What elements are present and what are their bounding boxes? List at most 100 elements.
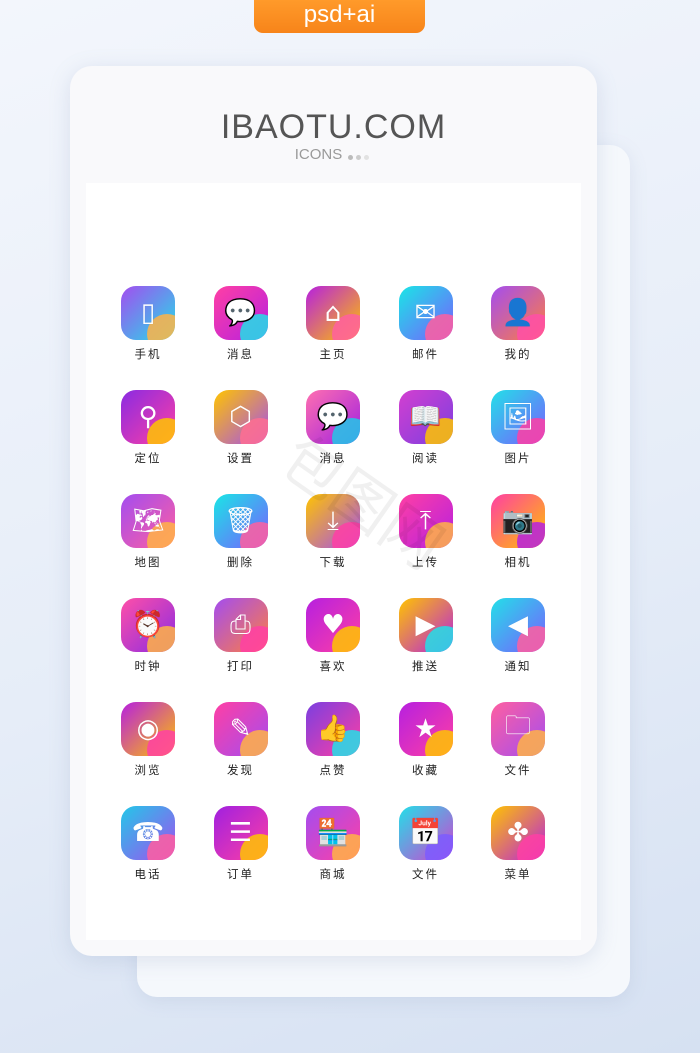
icon-tile[interactable]: 📷 <box>491 494 545 548</box>
icon-item[interactable]: ◉ 浏览 <box>121 702 175 777</box>
brand-title: IBAOTU.COM <box>220 108 447 146</box>
icon-label: 删除 <box>227 555 254 569</box>
icon-tile[interactable]: ◉ <box>121 702 175 756</box>
book-icon: 📖 <box>409 402 442 432</box>
icon-tile[interactable]: ★ <box>398 702 453 756</box>
icon-item[interactable]: ✉ 邮件 <box>398 286 453 361</box>
icon-tile[interactable]: ▶ <box>398 598 453 652</box>
icon-item[interactable]: 💬 消息 <box>213 286 268 361</box>
speaker-icon: ◀ <box>508 610 528 640</box>
heart-icon: ♥ <box>321 610 345 640</box>
icon-label: 通知 <box>504 659 532 673</box>
icon-tile[interactable]: ⎙ <box>213 598 268 652</box>
icon-tile[interactable]: ☰ <box>213 806 268 860</box>
icon-item[interactable]: 🏪 商城 <box>306 806 360 881</box>
icon-item[interactable]: 👍 点赞 <box>306 702 360 777</box>
icon-item[interactable]: ⬡ 设置 <box>213 390 268 465</box>
icon-item[interactable]: ♥ 喜欢 <box>306 598 360 673</box>
image-icon: 🖼 <box>501 402 535 432</box>
icon-item[interactable]: ⎙ 打印 <box>213 598 268 673</box>
chat-bubble-icon: 💬 <box>224 298 257 328</box>
icon-tile[interactable]: 🗑 <box>213 494 268 548</box>
icon-item[interactable]: 📷 相机 <box>491 494 545 569</box>
icon-label: 喜欢 <box>319 659 347 673</box>
icon-tile[interactable]: ⌂ <box>306 286 360 340</box>
icon-tile[interactable]: ▯ <box>121 286 175 340</box>
icon-tile[interactable]: ✤ <box>491 806 545 860</box>
alarm-clock-icon: ⏰ <box>131 610 165 640</box>
icon-tile[interactable]: 📖 <box>398 390 453 444</box>
icon-item[interactable]: ⌂ 主页 <box>306 286 360 361</box>
icon-tile[interactable]: 🖼 <box>491 390 545 444</box>
telephone-icon: ☎ <box>131 818 165 848</box>
icon-item[interactable]: 📅 文件 <box>398 806 453 881</box>
icon-tile[interactable]: ♥ <box>306 598 360 652</box>
printer-icon: ⎙ <box>230 609 251 640</box>
location-pin-icon: ⚲ <box>138 402 158 432</box>
icon-tile[interactable]: 📅 <box>398 806 453 860</box>
icon-tile[interactable]: 🏪 <box>306 806 360 860</box>
icon-label: 地图 <box>134 555 162 569</box>
subtitle-text: ICONS <box>294 146 343 163</box>
chat-bubble-icon: 💬 <box>316 402 350 432</box>
icon-label: 推送 <box>412 659 439 673</box>
mail-icon: ✉ <box>414 298 437 328</box>
icon-label: 浏览 <box>134 763 162 777</box>
trash-icon: 🗑 <box>223 506 257 536</box>
icon-tile[interactable]: 🗺 <box>121 494 175 548</box>
shop-icon: 🏪 <box>316 818 350 848</box>
icon-label: 菜单 <box>504 867 532 881</box>
icon-tile[interactable]: ⏰ <box>121 598 175 652</box>
icon-item[interactable]: ⏰ 时钟 <box>121 598 175 673</box>
format-badge: psd+ai <box>254 0 425 33</box>
icon-item[interactable]: 👤 我的 <box>491 286 545 361</box>
camera-icon: 📷 <box>501 506 535 536</box>
thumbs-up-icon: 👍 <box>316 714 350 744</box>
icon-item[interactable]: ★ 收藏 <box>398 702 453 777</box>
icon-tile[interactable]: 👤 <box>491 286 545 340</box>
icon-tile[interactable]: 🗀 <box>491 702 545 756</box>
icon-label: 设置 <box>227 451 254 465</box>
icon-item[interactable]: ✎ 发现 <box>213 702 268 777</box>
icon-tile[interactable]: ◀ <box>491 598 545 652</box>
icon-label: 定位 <box>134 451 162 465</box>
icon-tile[interactable]: ☎ <box>121 806 175 860</box>
icon-tile[interactable]: ✎ <box>213 702 268 756</box>
dots-decoration <box>348 147 372 164</box>
icon-item[interactable]: ⚲ 定位 <box>121 390 175 465</box>
icon-item[interactable]: 🖼 图片 <box>491 390 545 465</box>
icon-tile[interactable]: ⚲ <box>121 390 175 444</box>
icon-label: 打印 <box>227 659 254 673</box>
icon-item[interactable]: ☰ 订单 <box>213 806 268 881</box>
icon-item[interactable]: 🗺 地图 <box>121 494 175 569</box>
icon-label: 文件 <box>504 763 532 777</box>
subtitle: ICONS <box>70 146 597 164</box>
icon-item[interactable]: 🗀 文件 <box>491 702 545 777</box>
download-icon: ⤓ <box>327 505 339 536</box>
icon-item[interactable]: ◀ 通知 <box>491 598 545 673</box>
icon-item[interactable]: ☎ 电话 <box>121 806 175 881</box>
icon-label: 相机 <box>504 555 532 569</box>
icon-item[interactable]: 📖 阅读 <box>398 390 453 465</box>
icon-tile[interactable]: 💬 <box>213 286 268 340</box>
icon-item[interactable]: ▯ 手机 <box>121 286 175 361</box>
icon-item[interactable]: ✤ 菜单 <box>491 806 545 881</box>
icon-label: 订单 <box>227 867 254 881</box>
user-icon: 👤 <box>501 298 535 328</box>
compass-icon: ✎ <box>229 714 252 744</box>
order-list-icon: ☰ <box>228 818 253 848</box>
star-icon: ★ <box>413 714 438 744</box>
icon-tile[interactable]: ⬡ <box>213 390 268 444</box>
map-icon: 🗺 <box>131 506 165 536</box>
icon-item[interactable]: ▶ 推送 <box>398 598 453 673</box>
icon-label: 消息 <box>227 347 254 361</box>
icon-label: 阅读 <box>412 451 439 465</box>
icon-item[interactable]: 🗑 删除 <box>213 494 268 569</box>
settings-hexagon-icon: ⬡ <box>229 402 252 432</box>
icon-tile[interactable]: ✉ <box>398 286 453 340</box>
upload-icon: ⤒ <box>419 505 432 536</box>
icon-tile[interactable]: 👍 <box>306 702 360 756</box>
icon-label: 商城 <box>319 867 347 881</box>
icon-label: 电话 <box>134 867 162 881</box>
play-push-icon: ▶ <box>415 610 436 640</box>
